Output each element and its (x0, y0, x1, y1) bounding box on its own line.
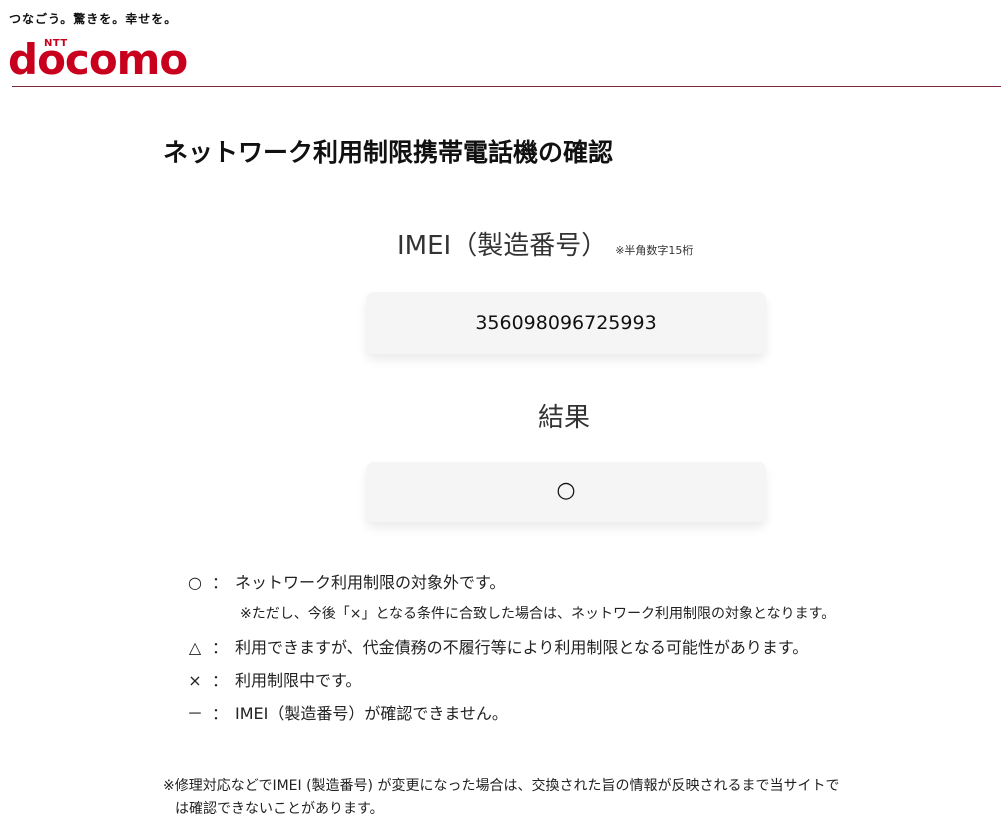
result-symbol: ○ (556, 478, 576, 503)
legend-item-dash: － ： IMEI（製造番号）が確認できません。 (185, 700, 508, 724)
legend-symbol: △ (188, 638, 202, 657)
legend-text: 利用できますが、代金債務の不履行等により利用制限となる可能性があります。 (235, 638, 809, 657)
legend-colon: ： (211, 704, 228, 723)
legend-colon: ： (211, 638, 228, 657)
legend-item-cross: × ： 利用制限中です。 (185, 667, 361, 691)
legend-colon: ： (211, 671, 228, 690)
imei-input[interactable] (366, 292, 766, 354)
footnote: ※修理対応などでIMEI (製造番号) が変更になった場合は、交換された旨の情報… (163, 775, 983, 821)
imei-label-text: IMEI（製造番号） (397, 231, 608, 261)
legend-item-triangle: △ ： 利用できますが、代金債務の不履行等により利用制限となる可能性があります。 (185, 634, 808, 658)
legend-text: IMEI（製造番号）が確認できません。 (235, 704, 508, 723)
result-box: ○ (366, 462, 766, 522)
legend-text: ネットワーク利用制限の対象外です。 (235, 573, 506, 592)
legend-text: 利用制限中です。 (235, 671, 362, 690)
imei-label: IMEI（製造番号） ※半角数字15桁 (397, 225, 693, 262)
legend-colon: ： (211, 573, 228, 592)
result-label: 結果 (538, 403, 591, 433)
docomo-logo[interactable]: docomo (8, 39, 188, 81)
brand-tagline: つなごう。驚きを。幸せを。 (9, 12, 178, 26)
header-divider (12, 86, 1001, 87)
legend-symbol: × (188, 671, 202, 690)
imei-format-note: ※半角数字15桁 (615, 244, 694, 257)
site-header: つなごう。驚きを。幸せを。 NTT docomo (0, 0, 1001, 88)
legend-sub-note: ※ただし、今後「×」となる条件に合致した場合は、ネットワーク利用制限の対象となり… (240, 606, 836, 622)
legend-symbol: ○ (188, 573, 202, 592)
legend-item-circle: ○ ： ネットワーク利用制限の対象外です。 (185, 569, 505, 593)
footnote-line-1: ※修理対応などでIMEI (製造番号) が変更になった場合は、交換された旨の情報… (163, 778, 840, 794)
page-title: ネットワーク利用制限携帯電話機の確認 (163, 138, 614, 167)
footnote-line-2: は確認できないことがあります。 (175, 801, 384, 817)
legend-symbol: － (186, 704, 203, 723)
